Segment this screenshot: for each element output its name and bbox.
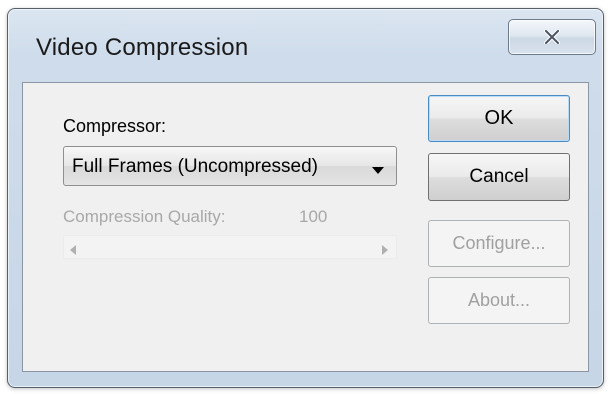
compressor-select[interactable]: Full Frames (Uncompressed)	[63, 146, 397, 186]
video-compression-dialog: Video Compression Compressor: Full Frame…	[7, 8, 604, 388]
compression-quality-label: Compression Quality:	[63, 207, 226, 226]
compressor-label: Compressor:	[63, 116, 167, 136]
window-title: Video Compression	[36, 34, 249, 61]
about-button[interactable]: About...	[428, 277, 570, 324]
dialog-client-area: Compressor: Full Frames (Uncompressed) C…	[22, 82, 589, 372]
compression-quality-value: 100	[299, 207, 328, 226]
configure-button[interactable]: Configure...	[428, 220, 570, 267]
arrow-left-icon[interactable]	[70, 242, 76, 260]
compressor-selected-value: Full Frames (Uncompressed)	[72, 156, 318, 177]
compression-quality-slider[interactable]	[63, 235, 397, 259]
close-button[interactable]	[508, 19, 596, 55]
title-bar[interactable]: Video Compression	[8, 9, 603, 84]
close-icon	[544, 30, 560, 44]
chevron-down-icon[interactable]	[372, 162, 384, 180]
cancel-button[interactable]: Cancel	[428, 153, 570, 201]
arrow-right-icon[interactable]	[382, 242, 388, 260]
ok-button[interactable]: OK	[428, 95, 570, 142]
